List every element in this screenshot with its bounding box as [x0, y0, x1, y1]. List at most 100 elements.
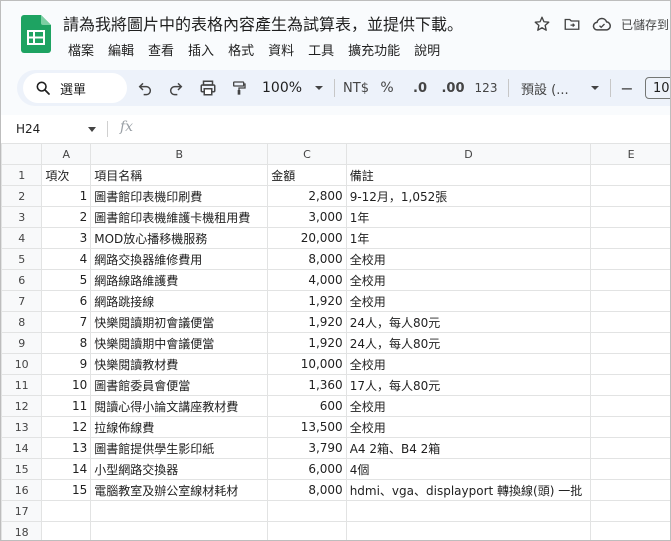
cell-d[interactable]: 全校用 — [345, 395, 592, 417]
select-all-corner[interactable] — [1, 143, 43, 165]
cell-a[interactable]: 1 — [41, 185, 92, 207]
cell-d[interactable]: 備註 — [345, 164, 592, 186]
row-header[interactable]: 17 — [1, 500, 43, 522]
cell-a[interactable]: 3 — [41, 227, 92, 249]
cell-c[interactable]: 10,000 — [267, 353, 347, 375]
paint-format-icon[interactable] — [229, 78, 249, 98]
cell-d[interactable]: 24人，每人80元 — [345, 332, 592, 354]
cell-b[interactable]: 圖書館印表機印刷費 — [90, 185, 269, 207]
cell-d[interactable]: hdmi、vga、displayport 轉換線(頭) 一批 — [345, 479, 592, 501]
currency-format-button[interactable]: NT$ — [342, 78, 370, 98]
cell-a[interactable]: 13 — [41, 437, 92, 459]
cell-d[interactable]: 全校用 — [345, 290, 592, 312]
row-header[interactable]: 10 — [1, 353, 43, 375]
cell-b[interactable]: 網路交換器維修費用 — [90, 248, 269, 270]
cell-b[interactable] — [90, 521, 269, 540]
cell-c[interactable]: 2,800 — [267, 185, 347, 207]
cell-d[interactable]: 1年 — [345, 227, 592, 249]
cell-b[interactable]: 快樂閱讀期中會議便當 — [90, 332, 269, 354]
cell-d[interactable]: 全校用 — [345, 248, 592, 270]
name-box[interactable]: H24 — [16, 122, 40, 136]
cell-b[interactable]: 快樂閱讀期初會議便當 — [90, 311, 269, 333]
menu-data[interactable]: 資料 — [261, 40, 301, 59]
sheets-logo-icon[interactable] — [21, 15, 51, 53]
cell-d[interactable]: 24人，每人80元 — [345, 311, 592, 333]
cell-a[interactable]: 9 — [41, 353, 92, 375]
cell-b[interactable]: 快樂閱讀教材費 — [90, 353, 269, 375]
cell-b[interactable]: 圖書館印表機維護卡機租用費 — [90, 206, 269, 228]
cell-a[interactable] — [41, 521, 92, 540]
zoom-select[interactable]: 100% — [262, 78, 310, 98]
redo-icon[interactable] — [166, 78, 186, 98]
cell-a[interactable]: 4 — [41, 248, 92, 270]
decrease-font-size-button[interactable]: − — [619, 78, 635, 98]
cell-a[interactable]: 8 — [41, 332, 92, 354]
cell-a[interactable]: 2 — [41, 206, 92, 228]
row-header[interactable]: 8 — [1, 311, 43, 333]
cell-b[interactable]: 小型網路交換器 — [90, 458, 269, 480]
cell-d[interactable]: A4 2箱、B4 2箱 — [345, 437, 592, 459]
cell-e[interactable] — [590, 227, 670, 249]
cell-b[interactable]: 圖書館委員會便當 — [90, 374, 269, 396]
cell-d[interactable]: 9-12月，1,052張 — [345, 185, 592, 207]
cell-c[interactable]: 1,920 — [267, 311, 347, 333]
row-header[interactable]: 15 — [1, 458, 43, 480]
menu-tools[interactable]: 工具 — [301, 40, 341, 59]
name-box-dropdown-icon[interactable] — [88, 127, 96, 132]
cell-e[interactable] — [590, 479, 670, 501]
menu-insert[interactable]: 插入 — [181, 40, 221, 59]
cell-d[interactable] — [345, 521, 592, 540]
cell-b[interactable]: 圖書館提供學生影印紙 — [90, 437, 269, 459]
row-header[interactable]: 11 — [1, 374, 43, 396]
cell-e[interactable] — [590, 353, 670, 375]
cell-e[interactable] — [590, 185, 670, 207]
star-icon[interactable] — [531, 13, 553, 35]
column-header-c[interactable]: C — [267, 143, 347, 165]
font-dropdown-icon[interactable] — [589, 78, 601, 98]
cell-c[interactable]: 4,000 — [267, 269, 347, 291]
cell-c[interactable]: 6,000 — [267, 458, 347, 480]
cell-a[interactable]: 5 — [41, 269, 92, 291]
undo-icon[interactable] — [135, 78, 155, 98]
cell-c[interactable]: 8,000 — [267, 248, 347, 270]
cell-e[interactable] — [590, 374, 670, 396]
cell-d[interactable]: 全校用 — [345, 269, 592, 291]
row-header[interactable]: 9 — [1, 332, 43, 354]
cell-a[interactable]: 14 — [41, 458, 92, 480]
cell-e[interactable] — [590, 290, 670, 312]
cell-c[interactable] — [267, 500, 347, 522]
cell-d[interactable]: 1年 — [345, 206, 592, 228]
cell-d[interactable]: 全校用 — [345, 353, 592, 375]
cell-c[interactable]: 13,500 — [267, 416, 347, 438]
cell-c[interactable]: 3,790 — [267, 437, 347, 459]
cell-e[interactable] — [590, 437, 670, 459]
cell-b[interactable]: MOD放心播移機服務 — [90, 227, 269, 249]
cell-c[interactable]: 3,000 — [267, 206, 347, 228]
search-menus-button[interactable]: 選單 — [23, 73, 127, 103]
decrease-decimal-button[interactable]: .0 — [408, 78, 432, 98]
increase-decimal-button[interactable]: .00 — [441, 78, 465, 98]
cell-e[interactable] — [590, 458, 670, 480]
cell-c[interactable]: 1,360 — [267, 374, 347, 396]
cell-a[interactable]: 15 — [41, 479, 92, 501]
cell-b[interactable]: 拉線佈線費 — [90, 416, 269, 438]
cell-e[interactable] — [590, 521, 670, 540]
percent-format-button[interactable]: % — [379, 78, 395, 98]
number-format-button[interactable]: 123 — [473, 78, 499, 98]
cell-e[interactable] — [590, 164, 670, 186]
cell-a[interactable]: 12 — [41, 416, 92, 438]
cloud-saved-icon[interactable] — [591, 13, 613, 35]
row-header[interactable]: 1 — [1, 164, 43, 186]
row-header[interactable]: 13 — [1, 416, 43, 438]
cell-e[interactable] — [590, 206, 670, 228]
column-header-b[interactable]: B — [90, 143, 269, 165]
cell-d[interactable]: 4個 — [345, 458, 592, 480]
cell-b[interactable]: 網路線路維護費 — [90, 269, 269, 291]
row-header[interactable]: 6 — [1, 269, 43, 291]
row-header[interactable]: 12 — [1, 395, 43, 417]
menu-file[interactable]: 檔案 — [61, 40, 101, 59]
row-header[interactable]: 5 — [1, 248, 43, 270]
row-header[interactable]: 7 — [1, 290, 43, 312]
column-header-e[interactable]: E — [590, 143, 670, 165]
cell-d[interactable]: 全校用 — [345, 416, 592, 438]
